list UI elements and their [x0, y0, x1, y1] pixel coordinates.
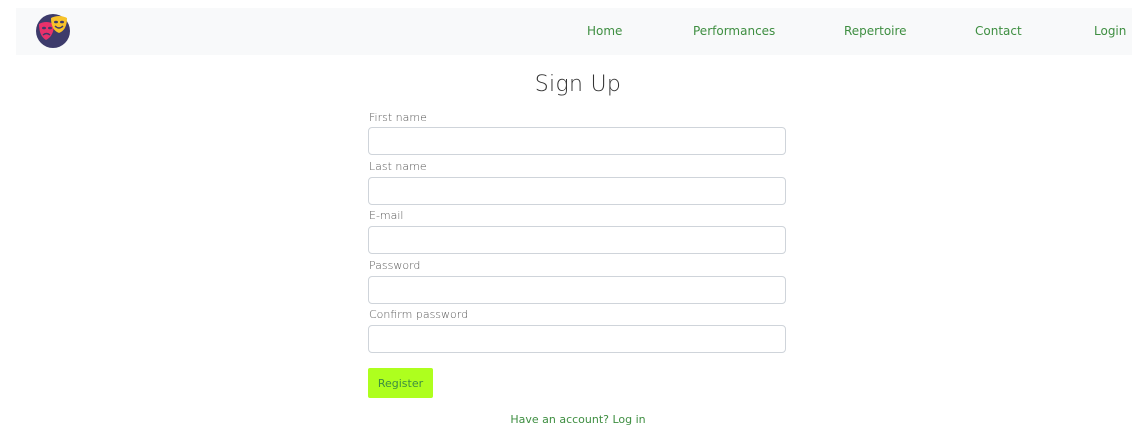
last-name-field[interactable] — [368, 177, 786, 205]
email-field[interactable] — [368, 226, 786, 254]
theater-masks-icon[interactable] — [34, 12, 72, 50]
nav-link-performances[interactable]: Performances — [693, 24, 775, 38]
page-title: Sign Up — [534, 72, 622, 97]
email-label: E-mail — [369, 209, 404, 222]
first-name-field[interactable] — [368, 127, 786, 155]
confirm-password-label: Confirm password — [369, 308, 469, 321]
last-name-label: Last name — [369, 160, 427, 173]
password-field[interactable] — [368, 276, 786, 304]
nav-link-repertoire[interactable]: Repertoire — [844, 24, 907, 38]
nav-link-home[interactable]: Home — [587, 24, 622, 38]
register-button[interactable]: Register — [368, 368, 433, 398]
nav-link-login[interactable]: Login — [1094, 24, 1126, 38]
first-name-label: First name — [369, 111, 427, 124]
confirm-password-field[interactable] — [368, 325, 786, 353]
navbar: Home Performances Repertoire Contact Log… — [16, 8, 1132, 55]
password-label: Password — [369, 259, 421, 272]
nav-link-contact[interactable]: Contact — [975, 24, 1022, 38]
login-link[interactable]: Have an account? Log in — [0, 413, 1132, 426]
